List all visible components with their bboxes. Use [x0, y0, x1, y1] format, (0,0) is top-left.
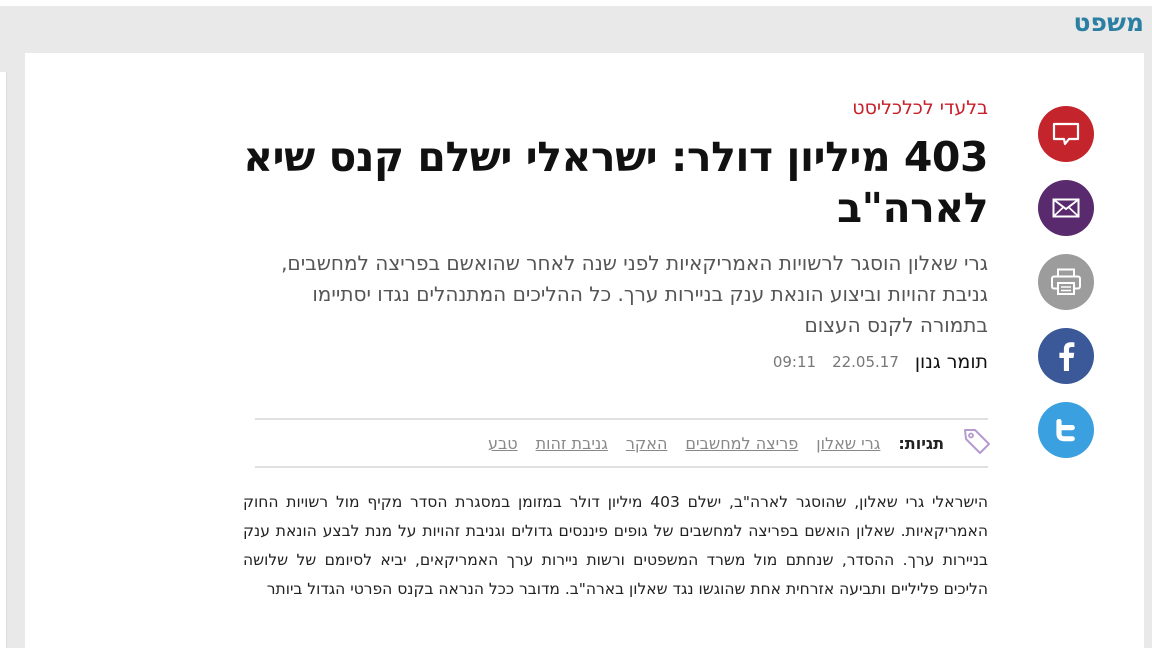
tags-bar: תגיות: גרי שאלון פריצה למחשבים האקר גניב…	[255, 418, 990, 468]
envelope-icon	[1052, 198, 1080, 218]
kicker-label[interactable]: בלעדי לכלכליסט	[240, 96, 988, 120]
page: משפט בלעדי לכלכליסט 403 מיליון דולר: ישר…	[0, 0, 1152, 648]
tag-link[interactable]: טבע	[488, 434, 518, 453]
tag-link[interactable]: האקר	[626, 434, 668, 453]
facebook-icon	[1057, 341, 1075, 371]
twitter-share-button[interactable]	[1038, 402, 1094, 458]
tag-icon	[962, 426, 992, 460]
email-share-button[interactable]	[1038, 180, 1094, 236]
print-button[interactable]	[1038, 254, 1094, 310]
publish-time: 09:11	[772, 353, 817, 371]
facebook-share-button[interactable]	[1038, 328, 1094, 384]
article-body: הישראלי גרי שאלון, שהוסגר לארה"ב, ישלם 4…	[243, 493, 988, 598]
tag-link[interactable]: גרי שאלון	[816, 434, 880, 453]
left-gutter	[0, 72, 7, 648]
byline: תומר גנון 22.05.17 09:11	[240, 349, 988, 375]
tag-link[interactable]: פריצה למחשבים	[685, 434, 798, 453]
share-buttons	[1038, 106, 1096, 476]
article-header: בלעדי לכלכליסט 403 מיליון דולר: ישראלי י…	[240, 96, 988, 375]
comments-button[interactable]	[1038, 106, 1094, 162]
publish-date: 22.05.17	[832, 353, 899, 371]
twitter-icon	[1055, 418, 1077, 442]
section-title[interactable]: משפט	[1074, 8, 1144, 38]
article-headline: 403 מיליון דולר: ישראלי ישלם קנס שיא לאר…	[243, 133, 988, 232]
tag-link[interactable]: גניבת זהות	[536, 434, 608, 453]
comment-bubble-icon	[1052, 122, 1080, 146]
top-strip	[0, 0, 1152, 6]
article-subtitle: גרי שאלון הוסגר לרשויות האמריקאיות לפני …	[281, 251, 988, 337]
tags-label: תגיות:	[898, 433, 944, 453]
author-name[interactable]: תומר גנון	[915, 351, 988, 373]
printer-icon	[1050, 268, 1082, 296]
